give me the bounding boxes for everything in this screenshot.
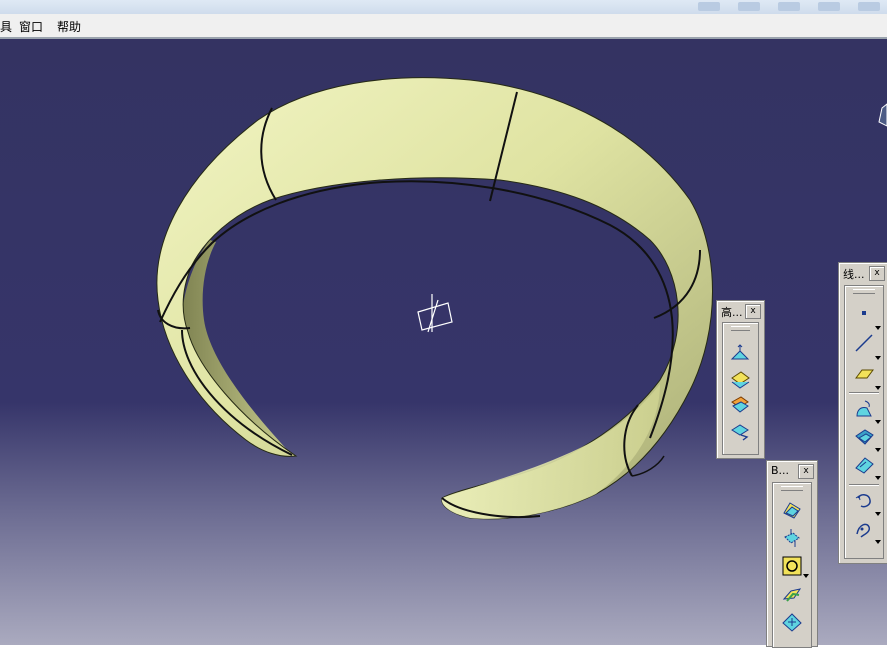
- toolbar-grip[interactable]: [731, 326, 750, 331]
- menu-window[interactable]: 窗口: [19, 18, 43, 35]
- wrap-curve-icon[interactable]: [729, 368, 751, 390]
- title-control-4[interactable]: [818, 2, 840, 11]
- toolbar-body: [772, 482, 812, 648]
- menu-help[interactable]: 帮助: [57, 18, 81, 35]
- toolbar-grip[interactable]: [853, 289, 875, 294]
- dropdown-arrow-icon[interactable]: [875, 540, 881, 544]
- toolbar-grip[interactable]: [781, 486, 803, 491]
- close-icon[interactable]: x: [869, 266, 885, 281]
- dropdown-arrow-icon[interactable]: [875, 420, 881, 424]
- toolbar-body: [844, 285, 884, 559]
- blend-icon[interactable]: [781, 527, 803, 549]
- window-title-bar: [0, 0, 887, 14]
- line-icon[interactable]: [853, 332, 875, 354]
- circle-icon[interactable]: [781, 555, 803, 577]
- plane-icon[interactable]: [853, 362, 875, 384]
- toolbar-title: 线...: [843, 268, 865, 281]
- title-control-5[interactable]: [858, 2, 880, 11]
- offset-surface-icon[interactable]: [853, 426, 875, 448]
- multi-section-icon[interactable]: [781, 583, 803, 605]
- fill-icon[interactable]: [853, 454, 875, 476]
- dropdown-arrow-icon[interactable]: [875, 512, 881, 516]
- close-icon[interactable]: x: [745, 304, 761, 319]
- point-icon[interactable]: [853, 302, 875, 324]
- menu-bar: 具 窗口 帮助: [0, 14, 887, 39]
- sweep-icon[interactable]: [853, 398, 875, 420]
- toolbar-wireframe[interactable]: 线... x: [838, 262, 887, 564]
- toolbar-bi[interactable]: B... x: [766, 460, 818, 648]
- dropdown-arrow-icon[interactable]: [803, 574, 809, 578]
- dropdown-arrow-icon[interactable]: [875, 326, 881, 330]
- title-control-3[interactable]: [778, 2, 800, 11]
- close-icon[interactable]: x: [798, 464, 814, 479]
- menu-tools[interactable]: 具: [0, 18, 12, 35]
- toolbar-advanced-surfaces[interactable]: 高... x: [716, 300, 765, 459]
- toolbar-body: [722, 322, 759, 455]
- title-control-1[interactable]: [698, 2, 720, 11]
- fill-surface-icon[interactable]: [781, 499, 803, 521]
- extrude-icon[interactable]: [781, 611, 803, 633]
- dropdown-arrow-icon[interactable]: [875, 386, 881, 390]
- wrap-surface-icon[interactable]: [729, 394, 751, 416]
- dropdown-arrow-icon[interactable]: [875, 448, 881, 452]
- shape-morphing-icon[interactable]: [729, 420, 751, 442]
- bump-surface-icon[interactable]: [729, 342, 751, 364]
- toolbar-separator: [849, 484, 879, 486]
- spline-icon[interactable]: [853, 518, 875, 540]
- dropdown-arrow-icon[interactable]: [875, 476, 881, 480]
- dropdown-arrow-icon[interactable]: [875, 356, 881, 360]
- curve-icon[interactable]: [853, 490, 875, 512]
- title-control-2[interactable]: [738, 2, 760, 11]
- toolbar-title: 高...: [721, 306, 743, 319]
- axis-origin-icon: [417, 294, 453, 333]
- toolbar-separator: [849, 392, 879, 394]
- toolbar-title: B...: [771, 464, 790, 477]
